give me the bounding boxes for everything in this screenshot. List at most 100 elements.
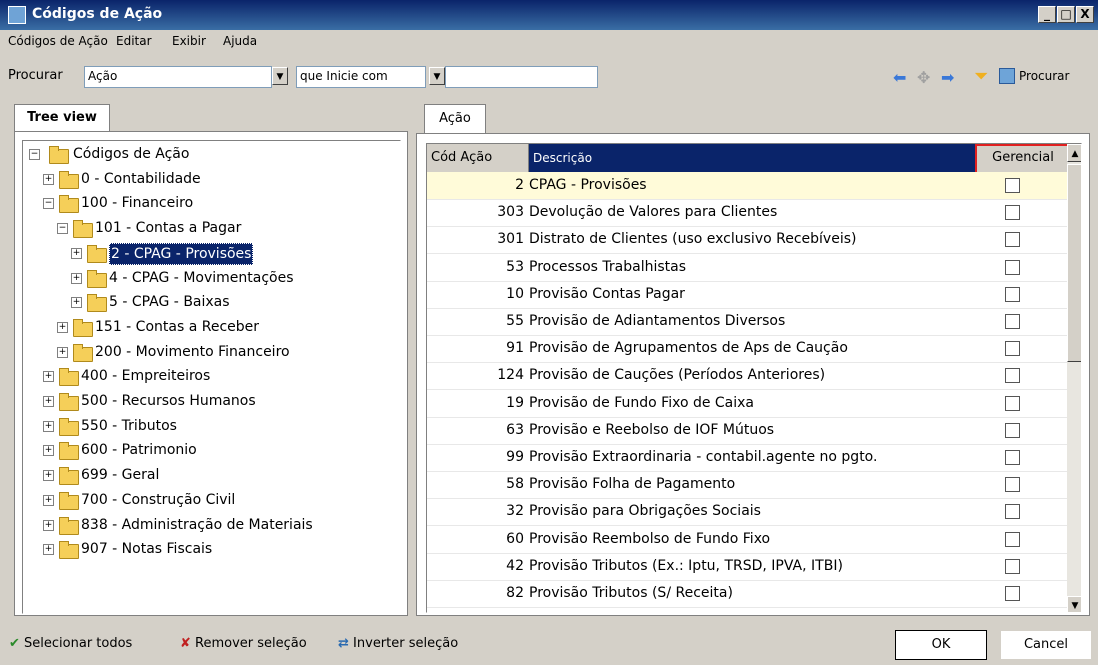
table-row[interactable]: 63 Provisão e Reebolso de IOF Mútuos — [427, 417, 1067, 445]
cell-description: Provisão e Reebolso de IOF Mútuos — [529, 421, 775, 438]
tree-item-label: 500 - Recursos Humanos — [81, 393, 256, 409]
table-row[interactable]: 10 Provisão Contas Pagar — [427, 281, 1067, 309]
menu-ajuda[interactable]: Ajuda — [223, 34, 257, 48]
folder-icon — [73, 220, 93, 239]
managerial-checkbox[interactable] — [1005, 395, 1020, 411]
managerial-checkbox[interactable] — [1005, 422, 1020, 438]
table-row[interactable]: 19 Provisão de Fundo Fixo de Caixa — [427, 390, 1067, 418]
scroll-thumb[interactable] — [1067, 164, 1081, 362]
managerial-checkbox[interactable] — [1005, 531, 1020, 547]
folder-icon — [59, 368, 79, 387]
managerial-checkbox[interactable] — [1005, 477, 1020, 493]
expand-icon[interactable]: + — [57, 346, 68, 358]
menu-editar[interactable]: Editar — [116, 34, 152, 48]
expand-icon[interactable]: + — [71, 247, 82, 259]
close-button[interactable]: X — [1076, 6, 1094, 23]
collapse-icon[interactable]: − — [43, 198, 54, 210]
collapse-icon[interactable]: − — [57, 223, 68, 235]
next-arrow-icon[interactable]: ➡ — [941, 68, 954, 87]
scroll-down-icon[interactable]: ▼ — [1067, 596, 1081, 612]
folder-icon — [59, 417, 79, 436]
cell-code: 10 — [506, 285, 524, 302]
remove-selection-button[interactable]: ✘ Remover seleção — [180, 636, 307, 651]
expand-icon[interactable]: + — [57, 321, 68, 333]
table-row[interactable]: 55 Provisão de Adiantamentos Diversos — [427, 308, 1067, 336]
tree-item-label: 838 - Administração de Materiais — [81, 516, 313, 533]
search-icon[interactable] — [999, 68, 1015, 84]
table-row[interactable]: 82 Provisão Tributos (S/ Receita) — [427, 580, 1067, 608]
ok-button[interactable]: OK — [895, 630, 987, 660]
search-query-input[interactable] — [445, 66, 598, 88]
folder-icon — [87, 244, 107, 263]
folder-icon — [87, 269, 107, 288]
expand-icon[interactable]: + — [43, 173, 54, 185]
select-all-button[interactable]: ✔ Selecionar todos — [9, 636, 132, 651]
table-row[interactable]: 91 Provisão de Agrupamentos de Aps de Cau… — [427, 335, 1067, 364]
table-row[interactable]: 124 Provisão de Cauções (Períodos Anterio… — [427, 362, 1067, 391]
table-row[interactable]: 301 Distrato de Clientes (uso exclusivo R… — [427, 226, 1067, 255]
tree-item-label: 101 - Contas a Pagar — [95, 220, 242, 237]
folder-icon — [59, 516, 79, 535]
grid-panel: Cód Ação Descrição Gerencial 2 CPAG - Pro… — [416, 133, 1090, 616]
table-row[interactable]: 2 CPAG - Provisões — [427, 172, 1067, 200]
filter-icon[interactable]: ⏷ — [974, 66, 988, 87]
collapse-icon[interactable]: − — [29, 149, 40, 160]
table-row[interactable]: 303 Devolução de Valores para Clientes — [427, 199, 1067, 228]
managerial-checkbox[interactable] — [1005, 586, 1020, 601]
managerial-checkbox[interactable] — [1005, 450, 1020, 465]
managerial-checkbox[interactable] — [1005, 341, 1020, 357]
search-operator-dropdown-icon[interactable]: ▼ — [429, 67, 445, 85]
move-icon[interactable]: ✥ — [917, 68, 930, 87]
expand-icon[interactable]: + — [43, 371, 54, 383]
expand-icon[interactable]: + — [43, 396, 54, 407]
managerial-checkbox[interactable] — [1005, 504, 1020, 520]
expand-icon[interactable]: + — [43, 494, 54, 506]
search-field-dropdown-icon[interactable]: ▼ — [272, 67, 288, 85]
tab-acao[interactable]: Ação — [424, 104, 486, 134]
managerial-checkbox[interactable] — [1005, 368, 1020, 384]
tab-tree-view[interactable]: Tree view — [14, 104, 110, 132]
previous-arrow-icon[interactable]: ⬅ — [893, 68, 906, 87]
cell-description: Provisão de Agrupamentos de Aps de Cauçã… — [529, 340, 848, 357]
minimize-button[interactable]: _ — [1038, 6, 1056, 23]
managerial-checkbox[interactable] — [1005, 558, 1020, 574]
tree-item-label: 151 - Contas a Receber — [95, 318, 260, 335]
menu-exibir[interactable]: Exibir — [172, 34, 206, 48]
maximize-button[interactable]: □ — [1057, 6, 1075, 23]
managerial-checkbox[interactable] — [1005, 205, 1020, 221]
table-row[interactable]: 53 Processos Trabalhistas — [427, 254, 1067, 282]
managerial-checkbox[interactable] — [1005, 314, 1020, 329]
table-row[interactable]: 60 Provisão Reembolso de Fundo Fixo — [427, 526, 1067, 554]
expand-icon[interactable]: + — [43, 519, 54, 531]
table-row[interactable]: 58 Provisão Folha de Pagamento — [427, 471, 1067, 500]
grid-scrollbar[interactable]: ▲ ▼ — [1067, 144, 1081, 612]
managerial-checkbox[interactable] — [1005, 178, 1020, 193]
expand-icon[interactable]: + — [71, 297, 82, 309]
search-operator-select[interactable]: que Inicie com — [296, 66, 426, 88]
expand-icon[interactable]: + — [43, 544, 54, 556]
cancel-button[interactable]: Cancel — [1000, 630, 1092, 660]
managerial-checkbox[interactable] — [1005, 232, 1020, 248]
expand-icon[interactable]: + — [43, 470, 54, 482]
table-row[interactable]: 42 Provisão Tributos (Ex.: Iptu, TRSD, IP… — [427, 553, 1067, 581]
menu-bar: Códigos de Ação Editar Exibir Ajuda — [0, 30, 1098, 52]
managerial-checkbox[interactable] — [1005, 259, 1020, 275]
invert-selection-button[interactable]: ⇄ Inverter seleção — [338, 636, 458, 651]
tree-item-label: 400 - Empreiteiros — [81, 368, 211, 385]
cell-code: 91 — [506, 340, 524, 357]
table-row[interactable]: 32 Provisão para Obrigações Sociais — [427, 498, 1067, 527]
header-description[interactable]: Descrição — [529, 144, 975, 172]
find-button[interactable]: Procurar — [1019, 69, 1069, 83]
expand-icon[interactable]: + — [43, 445, 54, 457]
expand-icon[interactable]: + — [43, 420, 54, 432]
scroll-up-icon[interactable]: ▲ — [1067, 144, 1081, 162]
table-row[interactable]: 99 Provisão Extraordinaria - contabil.age… — [427, 444, 1067, 472]
cell-code: 63 — [506, 421, 524, 438]
managerial-checkbox[interactable] — [1005, 286, 1020, 302]
header-code[interactable]: Cód Ação — [427, 144, 529, 172]
check-icon: ✔ — [9, 636, 20, 651]
search-field-select[interactable]: Ação — [84, 66, 272, 88]
cell-code: 301 — [497, 231, 524, 248]
menu-codigos[interactable]: Códigos de Ação — [8, 34, 108, 48]
expand-icon[interactable]: + — [71, 272, 82, 284]
